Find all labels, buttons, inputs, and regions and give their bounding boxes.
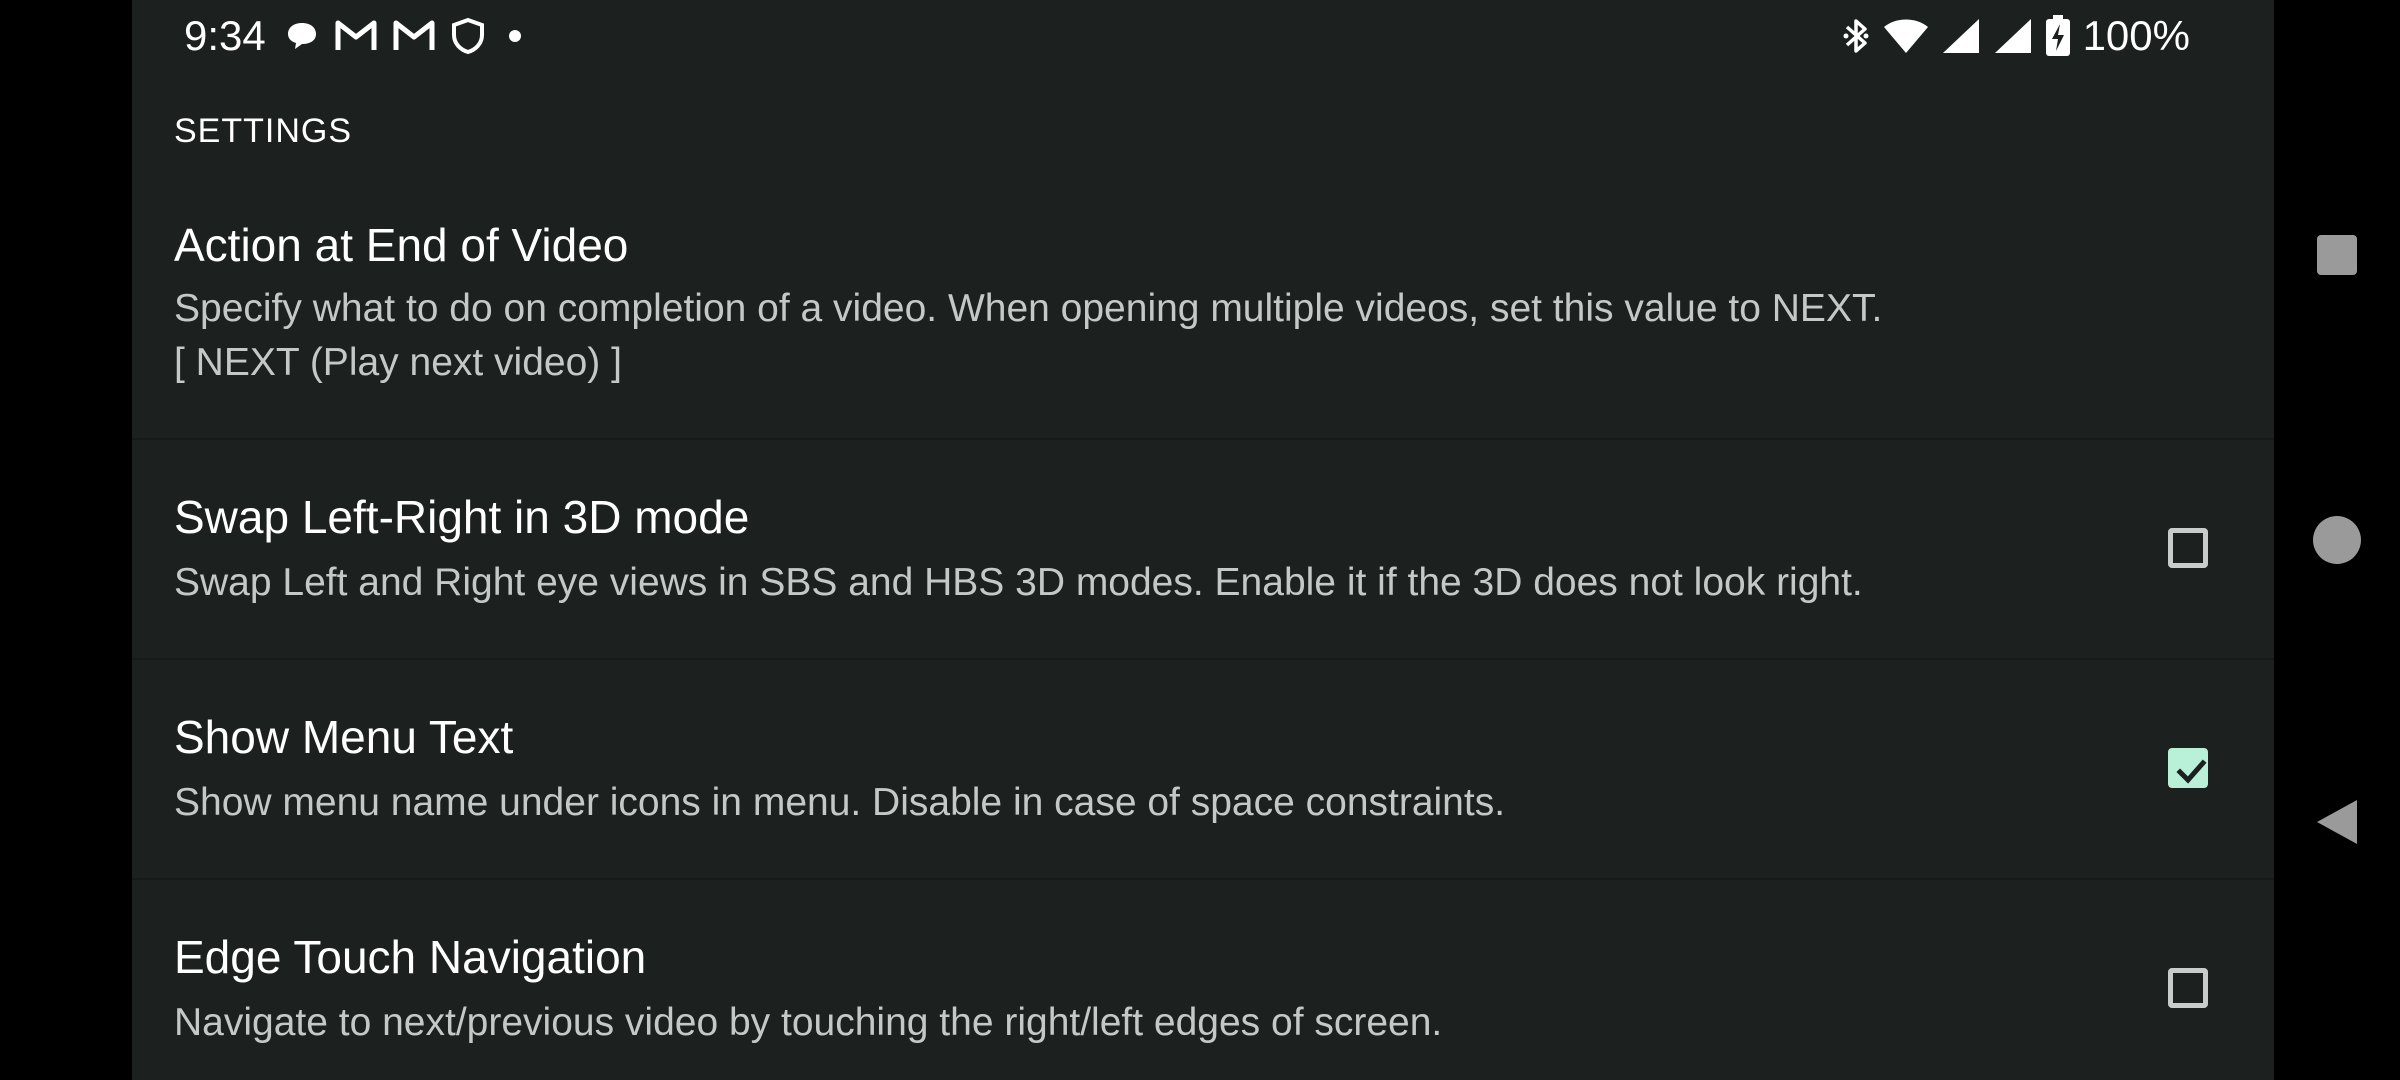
navigation-bar (2274, 0, 2400, 1080)
back-icon (2317, 800, 2357, 844)
system-icons: 100% (1841, 10, 2190, 62)
gmail-icon (334, 19, 378, 53)
signal-icon (1941, 17, 1981, 55)
recents-icon (2317, 235, 2357, 275)
settings-screen: 9:34 100% SETTINGS Action at End of Vide… (132, 0, 2274, 1080)
pref-title: Swap Left-Right in 3D mode (174, 491, 750, 543)
recents-button[interactable] (2274, 205, 2400, 305)
home-icon (2313, 516, 2361, 564)
checkmark-icon (2176, 759, 2207, 784)
pref-show-menu-text[interactable]: Show Menu Text Show menu name under icon… (132, 660, 2274, 880)
battery-percent: 100% (2082, 12, 2190, 59)
pref-edge-touch-navigation[interactable]: Edge Touch Navigation Navigate to next/p… (132, 880, 2274, 1080)
swap-left-right-checkbox[interactable] (2168, 528, 2208, 568)
pref-action-end-of-video[interactable]: Action at End of Video Specify what to d… (132, 196, 2274, 440)
home-button[interactable] (2274, 490, 2400, 590)
pref-summary: Specify what to do on completion of a vi… (174, 287, 1883, 330)
pref-current-value: [ NEXT (Play next video) ] (174, 341, 622, 384)
pref-summary: Navigate to next/previous video by touch… (174, 1001, 1443, 1044)
page-title: SETTINGS (174, 112, 353, 150)
show-menu-text-checkbox[interactable] (2168, 748, 2208, 788)
chat-bubble-icon (284, 18, 320, 54)
battery-charging-icon (2045, 15, 2071, 57)
notification-icons (284, 14, 530, 58)
pref-summary: Swap Left and Right eye views in SBS and… (174, 561, 1863, 604)
signal-icon (1993, 17, 2033, 55)
status-bar: 9:34 100% (132, 0, 2274, 72)
pref-summary: Show menu name under icons in menu. Disa… (174, 781, 1506, 824)
pref-title: Action at End of Video (174, 219, 629, 271)
pref-title: Edge Touch Navigation (174, 931, 647, 983)
gmail-icon (392, 19, 436, 53)
back-button[interactable] (2274, 772, 2400, 872)
pref-swap-left-right[interactable]: Swap Left-Right in 3D mode Swap Left and… (132, 440, 2274, 660)
pref-title: Show Menu Text (174, 711, 514, 763)
shield-icon (450, 17, 486, 55)
bluetooth-icon (1841, 16, 1871, 56)
dot-icon (500, 21, 530, 51)
status-time: 9:34 (184, 12, 266, 59)
wifi-icon (1883, 17, 1929, 55)
edge-touch-navigation-checkbox[interactable] (2168, 968, 2208, 1008)
